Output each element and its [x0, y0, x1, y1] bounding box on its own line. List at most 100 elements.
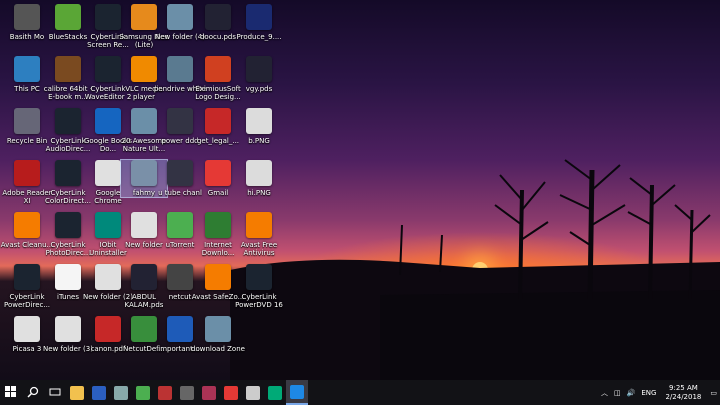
powerdirector-icon	[14, 264, 40, 290]
taskbar-button[interactable]	[198, 380, 220, 405]
taskbar-button[interactable]	[264, 380, 286, 405]
file-icon	[246, 56, 272, 82]
taskbar-button[interactable]	[66, 380, 88, 405]
edge-icon	[114, 385, 128, 400]
desktop-icon-label: hi.PNG	[247, 189, 271, 197]
search-icon	[27, 383, 39, 402]
desktop-icon[interactable]: download Zone	[191, 316, 245, 353]
desktop-icon[interactable]: CyberLink PowerDVD 16	[235, 264, 283, 309]
taskbar: ︿ ◫ 🔊 ENG 9:25 AM 2/24/2018 ▭	[0, 380, 720, 405]
vlc-icon	[131, 56, 157, 82]
file-icon	[131, 160, 157, 186]
clock[interactable]: 9:25 AM 2/24/2018	[665, 384, 701, 402]
gmail-icon	[205, 160, 231, 186]
taskbar-button[interactable]	[22, 380, 44, 405]
desktop-icon-label: b.PNG	[248, 137, 270, 145]
image-file-icon	[246, 160, 272, 186]
chrome-icon	[95, 264, 121, 290]
taskbar-button[interactable]	[88, 380, 110, 405]
file-explorer-icon	[70, 385, 84, 400]
desktop-icon-label: Produce_9....	[236, 33, 282, 41]
cyberlink-screen-icon	[95, 4, 121, 30]
adobe-reader-icon	[14, 160, 40, 186]
word-doc-icon	[167, 316, 193, 342]
taskbar-button[interactable]	[132, 380, 154, 405]
wave-editor-icon	[95, 56, 121, 82]
chrome-icon	[55, 316, 81, 342]
folder-icon	[131, 108, 157, 134]
utorrent-icon	[136, 385, 150, 400]
folder-icon	[167, 56, 193, 82]
image-file-icon	[246, 108, 272, 134]
taskbar-button[interactable]	[242, 380, 264, 405]
itunes-icon	[55, 264, 81, 290]
taskbar-button[interactable]	[44, 380, 66, 405]
bluestacks-icon	[55, 4, 81, 30]
folder-icon	[167, 4, 193, 30]
desktop-icon-label: CyberLink PowerDVD 16	[235, 293, 283, 309]
iobit-icon	[95, 212, 121, 238]
file-icon	[167, 160, 193, 186]
desktop-icon[interactable]: vgy.pds	[236, 56, 282, 93]
avast-icon	[246, 212, 272, 238]
google-books-icon	[95, 108, 121, 134]
network-icon[interactable]: ◫	[614, 389, 621, 397]
taskbar-button[interactable]	[0, 380, 22, 405]
screen-recorder-icon	[268, 385, 282, 400]
desktop-icon-label: download Zone	[191, 345, 245, 353]
audiodirector-icon	[55, 108, 81, 134]
taskbar-button[interactable]	[110, 380, 132, 405]
cyberlink-icon	[290, 384, 304, 399]
idm-icon	[205, 212, 231, 238]
eximious-icon	[205, 56, 231, 82]
pdf-icon	[95, 316, 121, 342]
chrome-icon	[95, 160, 121, 186]
calibre-icon	[55, 56, 81, 82]
file-icon	[167, 108, 193, 134]
chevron-up-icon[interactable]: ︿	[601, 388, 608, 398]
system-tray: ︿ ◫ 🔊 ENG 9:25 AM 2/24/2018 ▭	[598, 384, 720, 402]
task-view-icon	[49, 383, 61, 402]
app-icon	[202, 385, 216, 400]
taskbar-button[interactable]	[286, 380, 308, 405]
desktop-icon[interactable]: Produce_9....	[236, 4, 282, 41]
colordirector-icon	[55, 160, 81, 186]
netcut-defender-icon	[131, 316, 157, 342]
desktop-icon[interactable]: Avast Free Antivirus	[236, 212, 282, 257]
picasa-icon	[14, 316, 40, 342]
settings-icon	[246, 385, 260, 400]
file-icon	[205, 4, 231, 30]
desktop-icon[interactable]: EximiousSoft Logo Desig...	[195, 56, 241, 101]
clock-time: 9:25 AM	[669, 383, 698, 392]
volume-icon[interactable]: 🔊	[627, 389, 636, 397]
taskbar-button[interactable]	[220, 380, 242, 405]
chrome-icon	[131, 212, 157, 238]
calculator-icon	[180, 385, 194, 400]
desktop-icon-label: vgy.pds	[245, 85, 273, 93]
taskbar-button[interactable]	[176, 380, 198, 405]
kies-icon	[131, 4, 157, 30]
powerdvd-icon	[246, 264, 272, 290]
photodirector-icon	[55, 212, 81, 238]
this-pc-icon	[14, 56, 40, 82]
app-icon	[158, 385, 172, 400]
language-indicator[interactable]: ENG	[641, 389, 656, 397]
clock-date: 2/24/2018	[665, 392, 702, 401]
chrome-icon	[224, 385, 238, 400]
desktop-background[interactable]: Basith Mo BlueStacks CyberLink Screen Re..…	[0, 0, 720, 380]
user-folder-icon	[14, 4, 40, 30]
utorrent-icon	[167, 212, 193, 238]
taskbar-button[interactable]	[154, 380, 176, 405]
netcut-icon	[167, 264, 193, 290]
desktop-icon[interactable]: CyberLink PowerDirec...	[4, 264, 50, 309]
avast-cleanup-icon	[14, 212, 40, 238]
start-icon	[5, 383, 17, 402]
desktop-icon[interactable]: hi.PNG	[236, 160, 282, 197]
file-icon	[131, 264, 157, 290]
avast-safezone-icon	[205, 264, 231, 290]
word-icon	[92, 385, 106, 400]
desktop-icon-label: Avast Free Antivirus	[240, 241, 278, 257]
notifications-icon[interactable]: ▭	[710, 389, 717, 397]
desktop-icon[interactable]: b.PNG	[236, 108, 282, 145]
folder-icon	[205, 316, 231, 342]
